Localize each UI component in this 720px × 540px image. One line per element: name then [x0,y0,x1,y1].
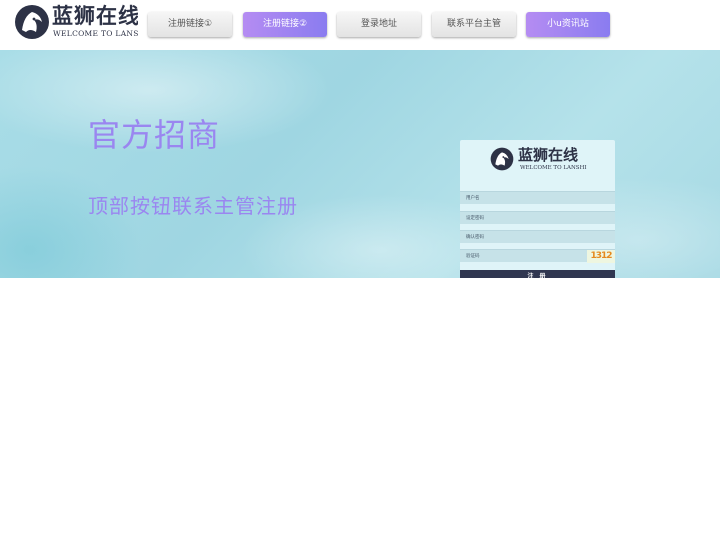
nav-contact-manager[interactable]: 联系平台主管 [432,12,516,37]
nav-login-address[interactable]: 登录地址 [337,12,421,37]
register-form-panel: 蓝狮在线 WELCOME TO LANSHI 用户名 设定密码 确认密码 验证码… [460,140,615,278]
lion-logo-icon [15,5,49,39]
register-submit-button[interactable]: 注 册 [460,270,615,278]
form-logo-subtitle: WELCOME TO LANSHI [520,165,587,171]
logo-subtitle: WELCOME TO LANSHI [53,29,138,38]
username-field[interactable]: 用户名 [460,191,615,204]
top-header: 蓝狮在线 WELCOME TO LANSHI 注册链接① 注册链接② 登录地址 … [0,0,720,50]
confirm-password-field[interactable]: 确认密码 [460,230,615,243]
logo-title: 蓝狮在线 [52,4,138,28]
nav-register-link-2[interactable]: 注册链接② [243,12,327,37]
form-logo-title: 蓝狮在线 [518,146,579,164]
hero-banner: 官方招商 顶部按钮联系主管注册 蓝狮在线 WELCOME TO LANSHI 用… [0,50,720,278]
site-logo[interactable]: 蓝狮在线 WELCOME TO LANSHI [14,4,138,42]
captcha-image[interactable]: 1312 [587,250,615,263]
lion-logo-icon [490,147,514,171]
hero-title: 官方招商 [88,116,221,154]
nav-news-site[interactable]: 小u资讯站 [526,12,610,37]
hero-subtitle: 顶部按钮联系主管注册 [88,194,298,218]
captcha-field-placeholder: 验证码 [466,254,480,259]
password-field[interactable]: 设定密码 [460,211,615,224]
captcha-field[interactable]: 验证码 1312 [460,249,615,263]
form-logo: 蓝狮在线 WELCOME TO LANSHI [490,146,590,176]
nav-register-link-1[interactable]: 注册链接① [148,12,232,37]
